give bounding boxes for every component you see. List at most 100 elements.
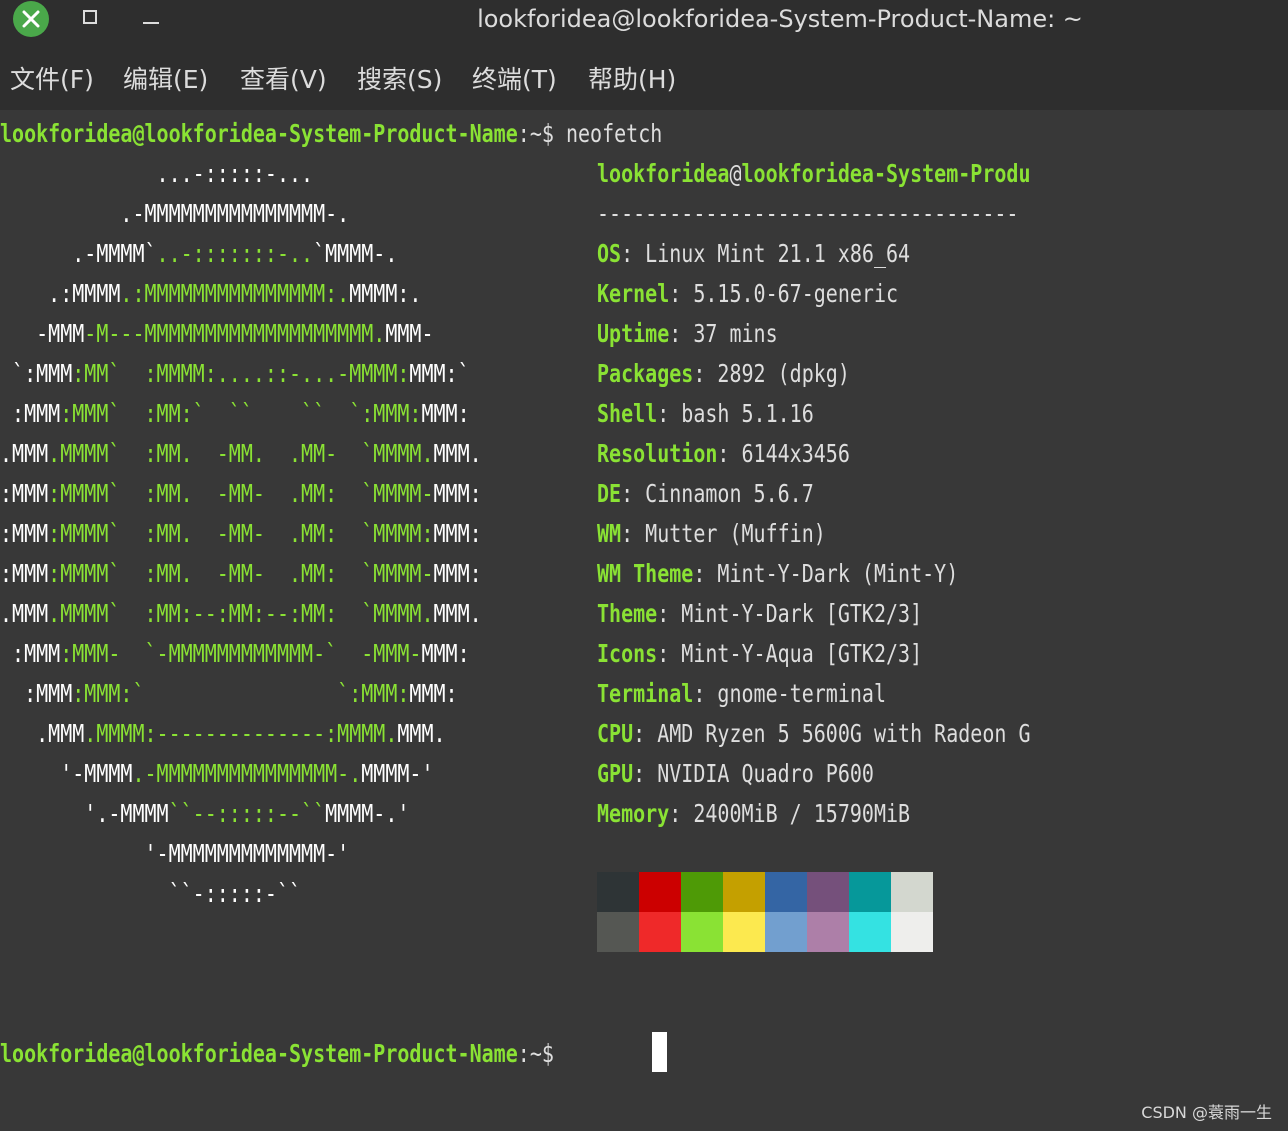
menu-view[interactable]: 查看(V) <box>240 65 327 95</box>
logo-line: .MMM.MMMM:--------------:MMMM.MMM. <box>0 714 446 754</box>
logo-segment: MMM:` <box>409 359 470 388</box>
info-key: CPU <box>597 719 634 748</box>
info-value: Mint-Y-Aqua [GTK2/3] <box>681 639 923 668</box>
logo-segment: MMM: <box>433 559 482 588</box>
watermark: CSDN @蓑雨一生 <box>1141 1103 1272 1122</box>
logo-line: :MMM:MMM:` `:MMM:MMM: <box>0 674 458 714</box>
color-swatch <box>681 912 723 952</box>
menu-help[interactable]: 帮助(H) <box>588 65 676 95</box>
info-row: GPU: NVIDIA Quadro P600 <box>597 759 874 788</box>
logo-segment: '-MMMMMMMMMMMMM-' <box>0 839 350 868</box>
info-host: lookforidea-System-Produ <box>741 159 1031 188</box>
logo-line: `:MMM:MM` :MMMM:....::-...-MMMM:MMM:` <box>0 354 470 394</box>
color-swatch <box>723 872 765 912</box>
info-value: Linux Mint 21.1 x86_64 <box>645 239 911 268</box>
command-text: neofetch <box>565 119 663 148</box>
text-cursor <box>652 1032 667 1072</box>
logo-segment: MMM- <box>385 319 434 348</box>
logo-segment: :MMM <box>0 639 61 668</box>
info-row: Memory: 2400MiB / 15790MiB <box>597 799 911 828</box>
info-at: @ <box>729 159 742 188</box>
color-swatch <box>849 872 891 912</box>
info-value: 5.15.0-67-generic <box>693 279 899 308</box>
info-value: AMD Ryzen 5 5600G with Radeon G <box>657 719 1031 748</box>
color-swatch <box>891 912 933 952</box>
info-key: Resolution <box>597 439 718 468</box>
menu-file[interactable]: 文件(F) <box>10 65 94 95</box>
logo-segment: ``-:::::-`` <box>0 879 302 908</box>
terminal-area[interactable]: lookforidea@lookforidea-System-Product-N… <box>0 110 1288 1131</box>
color-swatch <box>597 912 639 952</box>
info-value: 6144x3456 <box>741 439 850 468</box>
logo-segment: .:MMMMMMMMMMMMMMM:. <box>120 279 350 308</box>
logo-line: :MMM:MMMM` :MM. -MM- .MM: `MMMM-MMM: <box>0 554 482 594</box>
info-row: OS: Linux Mint 21.1 x86_64 <box>597 239 911 268</box>
info-value: Cinnamon 5.6.7 <box>645 479 814 508</box>
info-value: gnome-terminal <box>717 679 886 708</box>
info-row: WM: Mutter (Muffin) <box>597 519 826 548</box>
minimize-button[interactable] <box>143 22 159 24</box>
logo-segment: :MMMM` :MM. -MM- .MM: `MMMM- <box>48 479 434 508</box>
logo-segment: :MMMM` :MM. -MM- .MM: `MMMM- <box>48 559 434 588</box>
color-swatch <box>723 912 765 952</box>
info-row: Packages: 2892 (dpkg) <box>597 359 850 388</box>
logo-segment: -MMM <box>0 319 85 348</box>
logo-segment: .MMM <box>0 599 49 628</box>
color-swatch <box>681 872 723 912</box>
logo-segment: ...-:::::-... <box>0 159 314 188</box>
color-palette-normal <box>597 872 933 912</box>
info-value: bash 5.1.16 <box>681 399 814 428</box>
logo-line: '-MMMM.-MMMMMMMMMMMMMMM-.MMMM-' <box>0 754 434 794</box>
title-bar: lookforidea@lookforidea-System-Product-N… <box>0 0 1288 48</box>
info-key: Terminal <box>597 679 694 708</box>
logo-segment: MMM. <box>397 719 446 748</box>
menu-edit[interactable]: 编辑(E) <box>123 65 208 95</box>
info-key: Packages <box>597 359 694 388</box>
info-row: Icons: Mint-Y-Aqua [GTK2/3] <box>597 639 923 668</box>
logo-line: .:MMMM.:MMMMMMMMMMMMMMM:.MMMM:. <box>0 274 421 314</box>
info-key: DE <box>597 479 622 508</box>
info-key: OS <box>597 239 622 268</box>
prompt-cwd: :~ <box>517 1039 542 1068</box>
logo-segment: -M---MMMMMMMMMMMMMMMMMMM. <box>84 319 386 348</box>
color-swatch <box>639 872 681 912</box>
prompt-sign: $ <box>541 1039 566 1068</box>
logo-line: :MMM:MMM` :MM:` `` `` `:MMM:MMM: <box>0 394 470 434</box>
logo-line: .MMM.MMMM` :MM. -MM. .MM- `MMMM.MMM. <box>0 434 482 474</box>
logo-segment: MMMM-' <box>361 759 434 788</box>
menu-terminal[interactable]: 终端(T) <box>472 65 557 95</box>
logo-segment: :MMM <box>0 479 49 508</box>
logo-line: ...-:::::-... <box>0 154 314 194</box>
logo-segment: MMM. <box>433 439 482 468</box>
logo-segment: .:MMMM <box>0 279 121 308</box>
color-swatch <box>765 872 807 912</box>
color-swatch <box>807 912 849 952</box>
info-separator: ----------------------------------- <box>597 199 1019 228</box>
prompt-line: lookforidea@lookforidea-System-Product-N… <box>0 1034 566 1074</box>
logo-segment: `MMMM-. <box>313 239 398 268</box>
logo-line: .-MMMMMMMMMMMMMMM-. <box>0 194 349 234</box>
info-key: Shell <box>597 399 658 428</box>
logo-segment: ``--:::::--`` <box>168 799 326 828</box>
info-row: WM Theme: Mint-Y-Dark (Mint-Y) <box>597 559 959 588</box>
menu-bar: 文件(F) 编辑(E) 查看(V) 搜索(S) 终端(T) 帮助(H) <box>0 48 1288 110</box>
logo-segment: :MMM:` `:MMM: <box>72 679 410 708</box>
logo-segment: MMM: <box>409 679 458 708</box>
info-key: WM <box>597 519 622 548</box>
info-row: Terminal: gnome-terminal <box>597 679 886 708</box>
logo-line: '-MMMMMMMMMMMMM-' <box>0 834 349 874</box>
close-icon <box>22 10 40 28</box>
close-button[interactable] <box>13 1 49 37</box>
logo-segment: '-MMMM <box>0 759 133 788</box>
maximize-button[interactable] <box>83 10 97 24</box>
info-key: Memory <box>597 799 670 828</box>
logo-segment: .MMM <box>0 719 85 748</box>
command-line: lookforidea@lookforidea-System-Product-N… <box>0 114 662 154</box>
logo-segment: .-MMMMMMMMMMMMMMM-. <box>132 759 362 788</box>
info-value: 2400MiB / 15790MiB <box>693 799 911 828</box>
info-key: Uptime <box>597 319 670 348</box>
logo-segment: :MMM <box>0 519 49 548</box>
info-value: Mint-Y-Dark [GTK2/3] <box>681 599 923 628</box>
logo-segment: MMM: <box>421 639 470 668</box>
menu-search[interactable]: 搜索(S) <box>357 65 442 95</box>
